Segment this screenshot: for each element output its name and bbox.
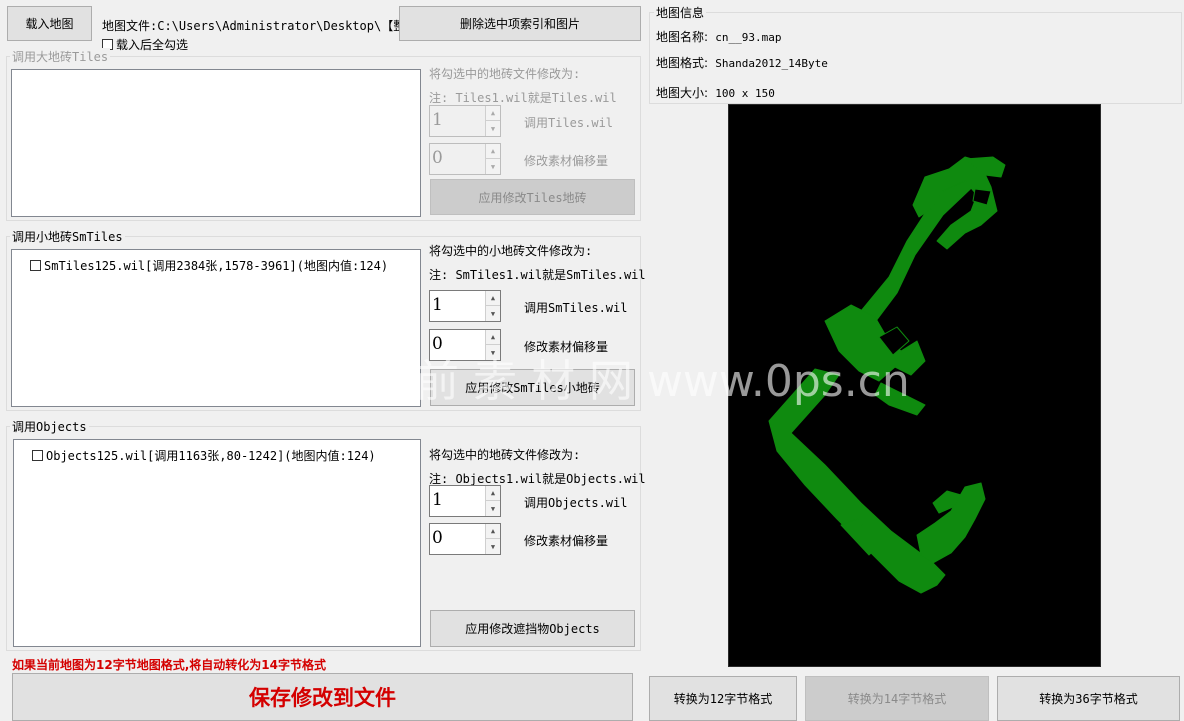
smtiles-file-stepper[interactable]: 1 ▲ ▼	[429, 290, 501, 322]
map-name-key: 地图名称:	[656, 30, 709, 44]
tiles-note: 注: Tiles1.wil就是Tiles.wil	[429, 91, 617, 105]
spin-down-icon[interactable]: ▼	[485, 539, 500, 554]
spin-down-icon[interactable]: ▼	[485, 121, 500, 136]
spin-up-icon[interactable]: ▲	[485, 330, 500, 345]
objects-modify-hint: 将勾选中的地砖文件修改为:	[429, 448, 581, 462]
tiles-modify-hint: 将勾选中的地砖文件修改为:	[429, 67, 581, 81]
spin-down-icon[interactable]: ▼	[485, 159, 500, 174]
smtiles-file-label: 调用SmTiles.wil	[524, 301, 628, 315]
tiles-file-stepper[interactable]: 1 ▲ ▼	[429, 105, 501, 137]
map-info-group-title: 地图信息	[654, 4, 707, 21]
smtiles-offset-value: 0	[432, 334, 443, 354]
objects-file-label: 调用Objects.wil	[524, 496, 628, 510]
objects-file-stepper[interactable]: 1 ▲ ▼	[429, 485, 501, 517]
checkbox-icon[interactable]	[32, 450, 43, 461]
tiles-listbox[interactable]	[11, 69, 421, 217]
smtiles-item-label: SmTiles125.wil[调用2384张,1578-3961](地图内值:1…	[44, 259, 389, 273]
map-file-path-label: 地图文件:C:\Users\Administrator\Desktop\【整理1…	[102, 19, 444, 33]
map-format-value: Shanda2012_14Byte	[715, 57, 828, 70]
map-name-value: cn__93.map	[715, 31, 782, 44]
checkbox-icon[interactable]	[30, 260, 41, 271]
apply-tiles-button[interactable]: 应用修改Tiles地砖	[430, 179, 635, 215]
smtiles-offset-stepper[interactable]: 0 ▲ ▼	[429, 329, 501, 361]
tiles-group-title: 调用大地砖Tiles	[10, 48, 111, 65]
list-item[interactable]: Objects125.wil[调用1163张,80-1242](地图内值:124…	[32, 447, 376, 464]
save-to-file-button[interactable]: 保存修改到文件	[12, 673, 633, 721]
tiles-offset-value: 0	[432, 148, 443, 168]
spin-down-icon[interactable]: ▼	[485, 306, 500, 321]
tiles-file-value: 1	[432, 110, 443, 130]
spin-up-icon[interactable]: ▲	[485, 524, 500, 539]
delete-selected-button[interactable]: 删除选中项索引和图片	[399, 6, 641, 41]
smtiles-group-title: 调用小地砖SmTiles	[10, 228, 125, 245]
spin-up-icon[interactable]: ▲	[485, 144, 500, 159]
spin-up-icon[interactable]: ▲	[485, 106, 500, 121]
objects-offset-label: 修改素材偏移量	[524, 534, 609, 548]
smtiles-listbox[interactable]: SmTiles125.wil[调用2384张,1578-3961](地图内值:1…	[11, 249, 421, 407]
tiles-file-label: 调用Tiles.wil	[524, 116, 614, 130]
map-name-label: 地图名称: cn__93.map	[656, 28, 782, 45]
spin-down-icon[interactable]: ▼	[485, 501, 500, 516]
convert-36-byte-button[interactable]: 转换为36字节格式	[997, 676, 1180, 721]
tiles-offset-label: 修改素材偏移量	[524, 154, 609, 168]
objects-offset-stepper[interactable]: 0 ▲ ▼	[429, 523, 501, 555]
map-format-key: 地图格式:	[656, 56, 709, 70]
select-all-after-load-checkbox[interactable]: 载入后全勾选	[102, 36, 188, 53]
select-all-after-load-label: 载入后全勾选	[116, 38, 189, 52]
objects-group-title: 调用Objects	[10, 418, 89, 435]
minimap-path-image	[768, 156, 1006, 594]
map-format-label: 地图格式: Shanda2012_14Byte	[656, 54, 828, 71]
objects-item-label: Objects125.wil[调用1163张,80-1242](地图内值:124…	[46, 449, 376, 463]
load-map-button[interactable]: 载入地图	[7, 6, 92, 41]
objects-offset-value: 0	[432, 528, 443, 548]
spin-up-icon[interactable]: ▲	[485, 291, 500, 306]
spin-down-icon[interactable]: ▼	[485, 345, 500, 360]
apply-objects-button[interactable]: 应用修改遮挡物Objects	[430, 610, 635, 647]
map-size-label: 地图大小: 100 x 150	[656, 84, 775, 101]
smtiles-note: 注: SmTiles1.wil就是SmTiles.wil	[429, 268, 646, 282]
tiles-offset-stepper[interactable]: 0 ▲ ▼	[429, 143, 501, 175]
format-warning: 如果当前地图为12字节地图格式,将自动转化为14字节格式	[12, 658, 326, 672]
map-size-value: 100 x 150	[715, 87, 775, 100]
map-size-key: 地图大小:	[656, 86, 709, 100]
convert-12-byte-button[interactable]: 转换为12字节格式	[649, 676, 797, 721]
list-item[interactable]: SmTiles125.wil[调用2384张,1578-3961](地图内值:1…	[30, 257, 388, 274]
smtiles-file-value: 1	[432, 295, 443, 315]
minimap-preview[interactable]	[728, 104, 1101, 667]
smtiles-modify-hint: 将勾选中的小地砖文件修改为:	[429, 244, 593, 258]
objects-listbox[interactable]: Objects125.wil[调用1163张,80-1242](地图内值:124…	[13, 439, 421, 647]
apply-smtiles-button[interactable]: 应用修改SmTiles小地砖	[430, 369, 635, 406]
spin-up-icon[interactable]: ▲	[485, 486, 500, 501]
convert-14-byte-button[interactable]: 转换为14字节格式	[805, 676, 989, 721]
objects-file-value: 1	[432, 490, 443, 510]
smtiles-offset-label: 修改素材偏移量	[524, 340, 609, 354]
